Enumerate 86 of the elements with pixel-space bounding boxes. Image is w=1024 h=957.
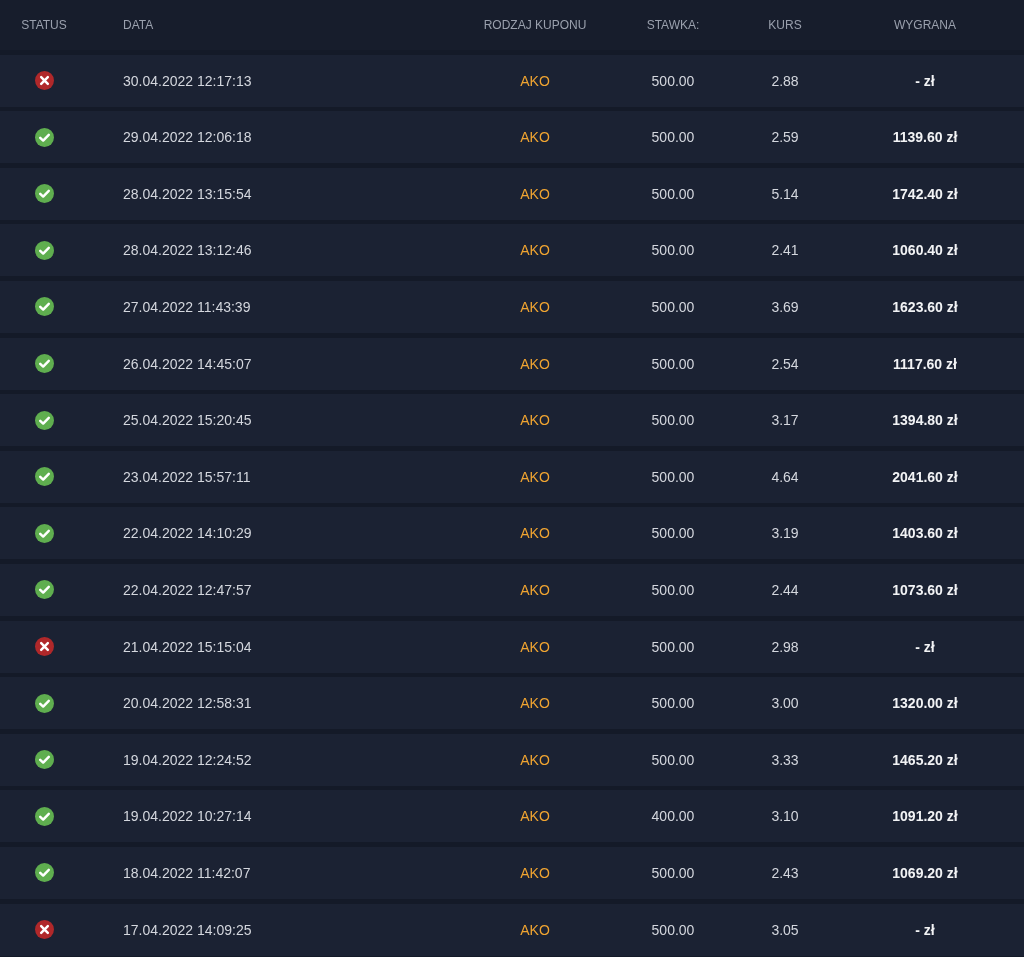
stake-cell-text: 400.00 [650,808,696,825]
stake-cell-text: 500.00 [650,695,696,712]
stake-cell-text: 500.00 [650,355,696,372]
coupon-type-cell-text: AKO [519,129,551,146]
coupon-type-cell-text: AKO [519,695,551,712]
odds-cell-text: 3.10 [770,808,800,825]
column-header: STAWKA: [645,18,701,32]
date-cell-text: 22.04.2022 12:47:57 [122,581,253,598]
stake-cell-text: 500.00 [650,864,696,881]
stake-cell-text: 500.00 [650,751,696,768]
coupon-type-cell-text: AKO [519,921,551,938]
odds-cell-text: 5.14 [770,185,800,202]
stake-cell-text: 500.00 [650,638,696,655]
coupon-type-cell-text: AKO [519,412,551,429]
odds-cell-text: 2.98 [770,638,800,655]
date-cell-text: 28.04.2022 13:15:54 [122,185,253,202]
odds-cell-text: 2.59 [770,129,800,146]
odds-cell-text: 2.88 [770,72,800,89]
odds-cell-text: 2.54 [770,355,800,372]
winnings-cell-text: - zł [914,921,936,938]
coupon-type-cell-text: AKO [519,581,551,598]
stake-cell-text: 500.00 [650,581,696,598]
stake-cell-text: 500.00 [650,412,696,429]
winnings-cell-text: 1060.40 zł [891,242,959,259]
coupon-type-cell-text: AKO [519,525,551,542]
coupon-type-cell-text: AKO [519,242,551,259]
coupon-type-cell-text: AKO [519,864,551,881]
odds-cell-text: 4.64 [770,468,800,485]
column-header: RODZAJ KUPONU [482,18,588,32]
stake-cell-text: 500.00 [650,298,696,315]
stake-cell-text: 500.00 [650,72,696,89]
stake-cell-text: 500.00 [650,185,696,202]
coupon-type-cell-text: AKO [519,808,551,825]
date-cell-text: 30.04.2022 12:17:13 [122,72,253,89]
odds-cell-text: 3.05 [770,921,800,938]
date-cell-text: 18.04.2022 11:42:07 [122,864,252,881]
winnings-cell-text: 2041.60 zł [891,468,959,485]
winnings-cell-text: 1623.60 zł [891,298,959,315]
odds-cell-text: 3.33 [770,751,800,768]
winnings-cell-text: 1320.00 zł [891,695,959,712]
odds-cell-text: 3.69 [770,298,800,315]
coupon-type-cell-text: AKO [519,355,551,372]
date-cell-text: 29.04.2022 12:06:18 [122,129,253,146]
winnings-cell-text: - zł [914,72,936,89]
date-cell-text: 20.04.2022 12:58:31 [122,695,253,712]
date-cell-text: 21.04.2022 15:15:04 [122,638,253,655]
date-cell-text: 23.04.2022 15:57:11 [122,468,252,485]
stake-cell-text: 500.00 [650,129,696,146]
coupon-type-cell-text: AKO [519,298,551,315]
winnings-cell-text: 1117.60 zł [892,355,958,372]
date-cell-text: 25.04.2022 15:20:45 [122,412,253,429]
winnings-cell-text: - zł [914,638,936,655]
date-cell-text: 19.04.2022 12:24:52 [122,751,253,768]
stake-cell-text: 500.00 [650,468,696,485]
odds-cell-text: 3.19 [770,525,800,542]
date-cell-text: 22.04.2022 14:10:29 [122,525,253,542]
odds-cell-text: 2.41 [770,242,800,259]
odds-cell-text: 3.00 [770,695,800,712]
coupon-type-cell-text: AKO [519,751,551,768]
column-header: STATUS [20,18,68,32]
winnings-cell-text: 1069.20 zł [891,864,959,881]
winnings-cell-text: 1465.20 zł [891,751,959,768]
stake-cell-text: 500.00 [650,242,696,259]
date-cell-text: 28.04.2022 13:12:46 [122,242,253,259]
coupon-type-cell-text: AKO [519,468,551,485]
winnings-cell-text: 1403.60 zł [891,525,959,542]
column-header: WYGRANA [893,18,957,32]
odds-cell-text: 3.17 [770,412,800,429]
column-header: DATA [122,18,155,32]
coupon-type-cell-text: AKO [519,638,551,655]
coupon-type-cell-text: AKO [519,72,551,89]
date-cell-text: 26.04.2022 14:45:07 [122,355,253,372]
column-header: KURS [767,18,803,32]
odds-cell-text: 2.44 [770,581,800,598]
odds-cell-text: 2.43 [770,864,800,881]
winnings-cell-text: 1139.60 zł [891,129,959,146]
coupon-type-cell-text: AKO [519,185,551,202]
winnings-cell-text: 1091.20 zł [891,808,959,825]
winnings-cell-text: 1742.40 zł [891,185,959,202]
winnings-cell-text: 1073.60 zł [891,581,959,598]
date-cell-text: 17.04.2022 14:09:25 [122,921,253,938]
date-cell-text: 27.04.2022 11:43:39 [122,298,252,315]
winnings-cell-text: 1394.80 zł [891,412,959,429]
stake-cell-text: 500.00 [650,921,696,938]
date-cell-text: 19.04.2022 10:27:14 [122,808,253,825]
stake-cell-text: 500.00 [650,525,696,542]
